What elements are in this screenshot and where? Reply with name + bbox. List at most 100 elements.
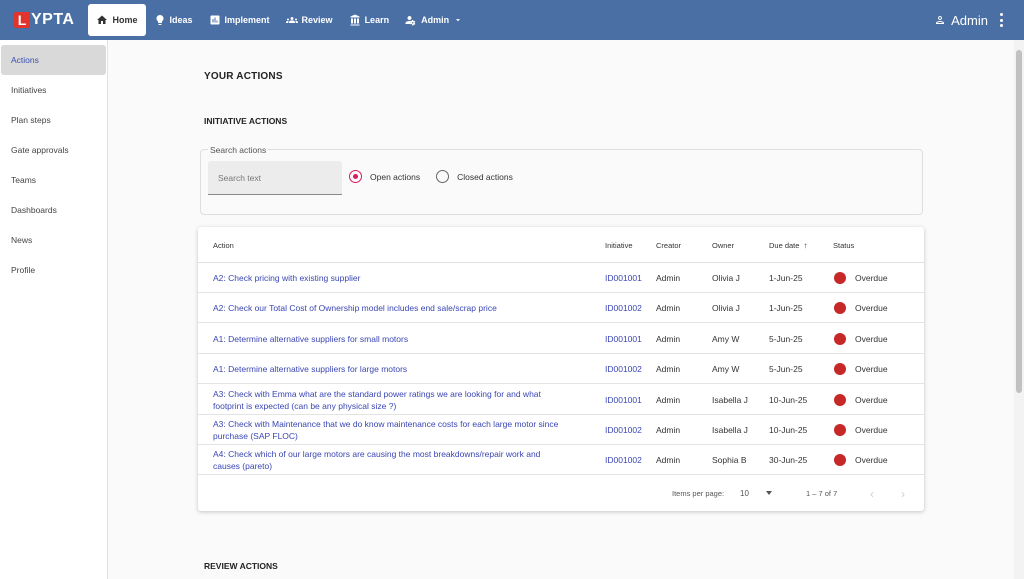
search-input[interactable] [208, 161, 342, 195]
table-row[interactable]: A3: Check with Maintenance that we do kn… [198, 415, 924, 445]
nav-review[interactable]: Review [278, 4, 341, 36]
status-cell: Overdue [834, 293, 888, 323]
table-row[interactable]: A4: Check which of our large motors are … [198, 445, 924, 476]
chart-icon [210, 15, 220, 25]
owner-cell: Sophia B [712, 455, 747, 466]
sort-arrow-up-icon: ↑ [803, 241, 808, 250]
sidebar-item-profile[interactable]: Profile [1, 255, 106, 285]
nav-home[interactable]: Home [88, 4, 146, 36]
header-initiative[interactable]: Initiative [605, 241, 633, 250]
caret-down-icon[interactable] [766, 491, 772, 495]
status-cell: Overdue [834, 263, 888, 293]
status-label: Overdue [855, 425, 888, 435]
status-dot-icon [834, 454, 846, 467]
lightbulb-icon [156, 15, 163, 25]
sidebar-item-initiatives[interactable]: Initiatives [1, 75, 106, 105]
main-content: YOUR ACTIONS INITIATIVE ACTIONS Search a… [108, 40, 1016, 579]
open-actions-radio[interactable]: Open actions [349, 170, 420, 183]
status-label: Overdue [855, 303, 888, 314]
range-label: 1 – 7 of 7 [806, 489, 838, 498]
action-link[interactable]: A2: Check our Total Cost of Ownership mo… [213, 293, 568, 323]
nav-admin-label: Admin [421, 15, 450, 25]
action-link[interactable]: A1: Determine alternative suppliers for … [213, 324, 568, 354]
action-link[interactable]: A2: Check pricing with existing supplier [213, 263, 568, 293]
nav-implement[interactable]: Implement [201, 4, 278, 36]
due-date-cell: 10-Jun-25 [769, 394, 808, 405]
search-legend: Search actions [208, 145, 269, 155]
initiative-link[interactable]: ID001001 [605, 324, 642, 354]
due-date-cell: 5-Jun-25 [769, 364, 803, 375]
nav-learn[interactable]: Learn [341, 4, 398, 36]
actions-table: Action Initiative Creator Owner Due date… [198, 227, 924, 511]
header-action[interactable]: Action [213, 241, 234, 250]
page-title: YOUR ACTIONS [204, 71, 283, 82]
status-dot-icon [834, 424, 846, 436]
logo-text: YPTA [31, 11, 75, 28]
table-row[interactable]: A3: Check with Emma what are the standar… [198, 385, 924, 415]
status-cell: Overdue [834, 354, 888, 384]
sidebar-item-dashboards[interactable]: Dashboards [1, 195, 106, 225]
sidebar-item-plan-steps[interactable]: Plan steps [1, 105, 106, 135]
top-navigation-bar: L YPTA Home Ideas Implement Review Learn… [0, 0, 1024, 40]
table-row[interactable]: A1: Determine alternative suppliers for … [198, 354, 924, 385]
nav-ideas-label: Ideas [169, 15, 193, 25]
paginator: Items per page: 10 1 – 7 of 7 ‹ › [198, 479, 924, 507]
initiative-link[interactable]: ID001002 [605, 415, 642, 445]
status-cell: Overdue [834, 385, 888, 415]
initiative-link[interactable]: ID001001 [605, 385, 642, 415]
header-due-date[interactable]: Due date ↑ [769, 241, 807, 250]
app-logo[interactable]: L YPTA [14, 0, 74, 40]
table-row[interactable]: A1: Determine alternative suppliers for … [198, 324, 924, 354]
header-status[interactable]: Status [833, 241, 854, 250]
action-link[interactable]: A4: Check which of our large motors are … [213, 445, 568, 475]
radio-unchecked-icon [436, 170, 450, 183]
status-label: Overdue [855, 273, 888, 283]
header-due-date-label: Due date [769, 241, 800, 250]
nav-home-label: Home [112, 15, 138, 25]
page-size-select[interactable]: 10 [740, 489, 749, 498]
scrollbar-thumb[interactable] [1016, 50, 1022, 393]
owner-cell: Olivia J [712, 303, 740, 314]
sidebar-item-actions[interactable]: Actions [1, 45, 106, 75]
initiative-link[interactable]: ID001002 [605, 293, 642, 323]
sidebar-item-gate-approvals[interactable]: Gate approvals [1, 135, 106, 165]
sidebar-item-teams[interactable]: Teams [1, 165, 106, 195]
initiative-link[interactable]: ID001002 [605, 354, 642, 384]
sidebar-item-news[interactable]: News [1, 225, 106, 255]
status-cell: Overdue [834, 415, 888, 445]
user-menu[interactable]: Admin [934, 0, 988, 40]
learn-icon [350, 14, 360, 26]
person-icon [936, 16, 945, 24]
home-icon [97, 15, 108, 24]
creator-cell: Admin [656, 455, 681, 466]
nav-admin[interactable]: Admin [397, 4, 471, 36]
table-row[interactable]: A2: Check pricing with existing supplier… [198, 263, 924, 293]
group-icon [285, 17, 298, 23]
creator-cell: Admin [656, 333, 681, 344]
more-menu-icon[interactable] [998, 13, 1004, 27]
initiative-link[interactable]: ID001002 [605, 445, 642, 475]
review-actions-heading: REVIEW ACTIONS [204, 561, 278, 571]
items-per-page-label: Items per page: [672, 489, 725, 498]
nav-ideas[interactable]: Ideas [146, 4, 201, 36]
action-link[interactable]: A1: Determine alternative suppliers for … [213, 354, 568, 384]
header-owner[interactable]: Owner [712, 241, 734, 250]
user-name: Admin [951, 12, 988, 28]
due-date-cell: 10-Jun-25 [769, 425, 808, 435]
action-link[interactable]: A3: Check with Maintenance that we do kn… [213, 415, 568, 445]
table-row[interactable]: A2: Check our Total Cost of Ownership mo… [198, 293, 924, 324]
logo-mark: L [14, 12, 30, 28]
status-dot-icon [834, 272, 846, 284]
initiative-link[interactable]: ID001001 [605, 263, 642, 293]
closed-actions-radio[interactable]: Closed actions [436, 170, 513, 183]
action-link[interactable]: A3: Check with Emma what are the standar… [213, 385, 568, 415]
owner-cell: Isabella J [712, 394, 748, 405]
creator-cell: Admin [656, 364, 681, 375]
status-label: Overdue [855, 333, 888, 344]
header-creator[interactable]: Creator [656, 241, 681, 250]
next-page-icon[interactable]: › [901, 487, 905, 501]
owner-cell: Isabella J [712, 425, 748, 435]
previous-page-icon[interactable]: ‹ [870, 487, 874, 501]
nav-learn-label: Learn [364, 15, 390, 25]
status-dot-icon [834, 363, 846, 376]
